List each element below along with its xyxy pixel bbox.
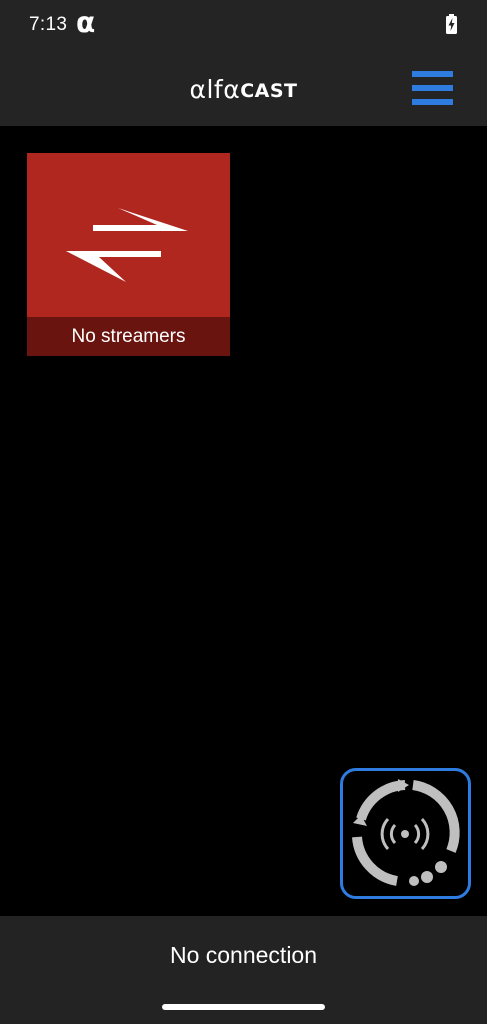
brand-prefix: αlfα xyxy=(189,74,241,104)
hamburger-menu-icon xyxy=(412,71,453,77)
app-bar: αlfα CAST xyxy=(0,52,487,126)
status-bar: 7:13 α xyxy=(0,0,487,52)
streamers-tile-label: No streamers xyxy=(71,325,186,347)
alpha-notification-icon: α xyxy=(76,6,96,39)
hamburger-menu-icon xyxy=(412,99,453,105)
connect-button[interactable] xyxy=(340,768,471,899)
battery-charging-icon xyxy=(446,14,457,34)
home-indicator[interactable] xyxy=(162,1004,325,1010)
hamburger-menu-icon xyxy=(412,85,453,91)
bottom-bar: No connection xyxy=(0,916,487,1024)
broadcast-radar-icon xyxy=(352,779,460,886)
streamers-tile-label-bar: No streamers xyxy=(27,317,230,356)
status-time: 7:13 xyxy=(29,14,68,35)
connection-status: No connection xyxy=(169,942,318,968)
brand-suffix: CAST xyxy=(240,79,298,102)
swap-arrows-icon xyxy=(66,208,188,282)
menu-button[interactable] xyxy=(410,68,454,108)
